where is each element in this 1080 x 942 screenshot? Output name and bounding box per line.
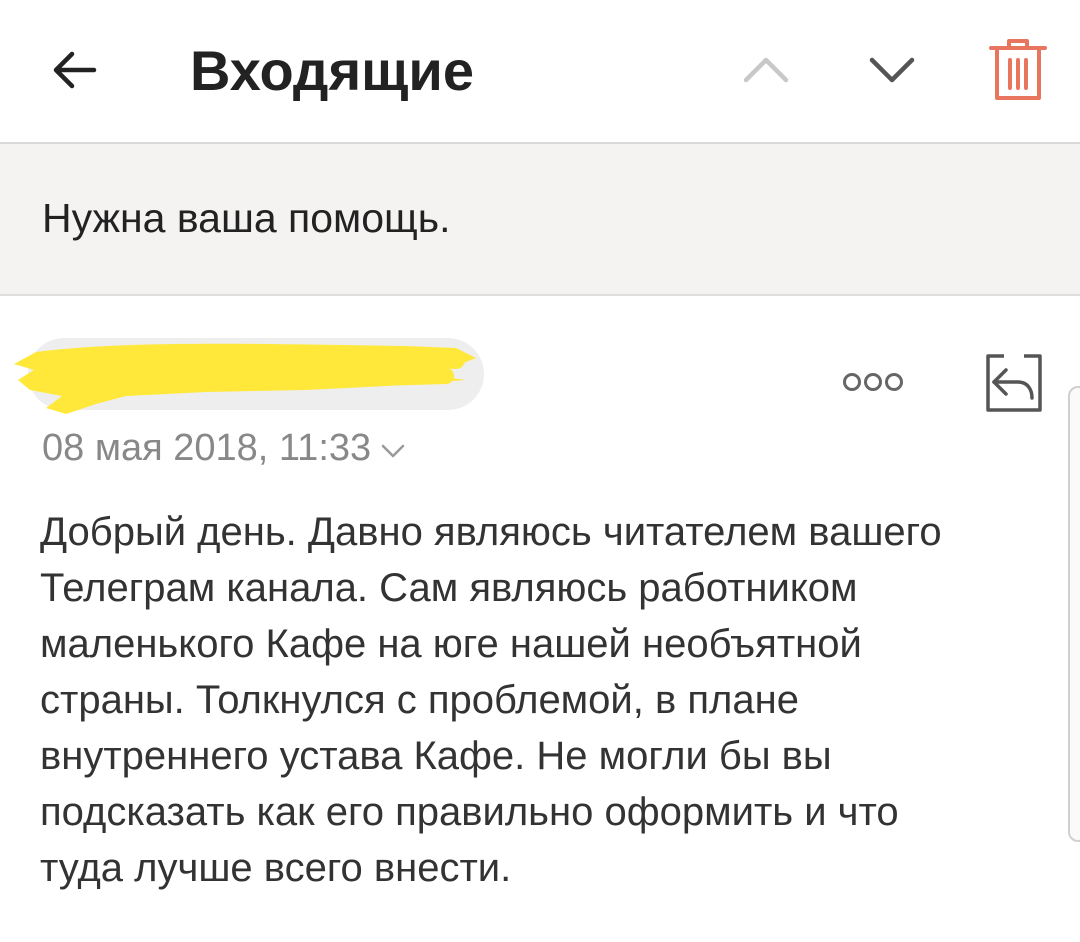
- back-button[interactable]: [44, 40, 104, 100]
- delete-button[interactable]: [986, 36, 1050, 104]
- body-line: Телеграм канала. Сам являюсь работником: [40, 566, 858, 610]
- scroll-edge-handle[interactable]: [1068, 386, 1080, 842]
- message-subject: Нужна ваша помощь.: [42, 195, 451, 241]
- message-body: Добрый день. Давно являюсь читателем ваш…: [40, 504, 1050, 896]
- sender-chip[interactable]: [14, 338, 484, 414]
- page-title: Входящие: [190, 39, 474, 102]
- chevron-down-icon: [869, 57, 915, 83]
- more-options-button[interactable]: [838, 362, 908, 402]
- previous-message-button[interactable]: [736, 44, 796, 96]
- more-dots-icon: [843, 373, 903, 391]
- reply-icon: [986, 354, 1042, 412]
- next-message-button[interactable]: [862, 44, 922, 96]
- body-line: маленького Кафе на юге нашей необъятной: [40, 622, 862, 666]
- sender-redaction: [14, 343, 476, 414]
- arrow-left-icon: [53, 51, 97, 89]
- top-toolbar: Входящие: [0, 0, 1080, 144]
- body-line: подсказать как его правильно оформить и …: [40, 790, 899, 834]
- body-line: туда лучше всего внести.: [40, 846, 512, 890]
- date-text: 08 мая 2018, 11:33: [42, 427, 372, 469]
- chevron-down-icon: [381, 443, 405, 459]
- chevron-up-icon: [743, 57, 789, 83]
- body-line: страны. Толкнулся с проблемой, в плане: [40, 678, 799, 722]
- body-line: Добрый день. Давно являюсь читателем ваш…: [40, 510, 942, 554]
- reply-button[interactable]: [982, 350, 1046, 416]
- message-date[interactable]: 08 мая 2018, 11:33: [42, 424, 405, 472]
- trash-icon: [989, 39, 1047, 100]
- body-line: внутреннего устава Кафе. Не могли бы вы: [40, 734, 832, 778]
